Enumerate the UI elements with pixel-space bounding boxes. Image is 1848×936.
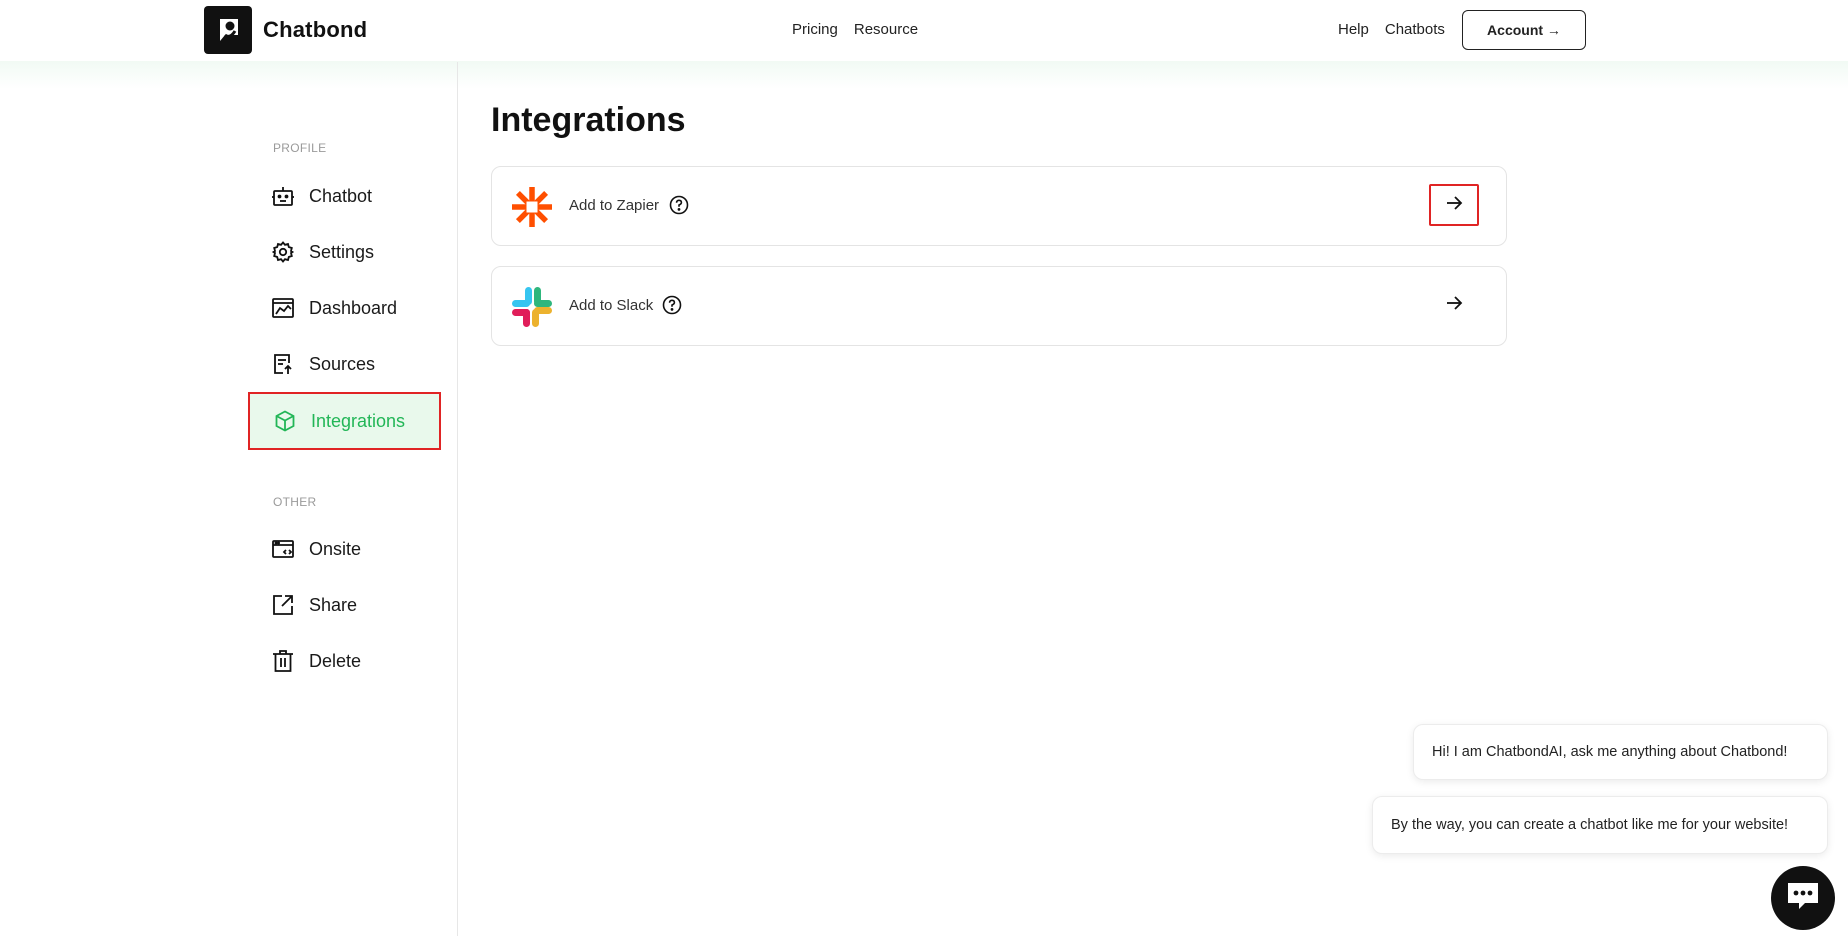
sidebar-item-label: Integrations <box>311 410 406 431</box>
sidebar-divider <box>457 62 458 936</box>
sidebar-item-chatbot[interactable]: Chatbot <box>248 167 441 225</box>
integration-card-slack: Add to Slack <box>491 266 1507 346</box>
integration-card-zapier: Add to Zapier <box>491 166 1507 246</box>
integration-label: Add to Slack <box>569 297 654 314</box>
brand-logo-icon[interactable] <box>204 6 252 54</box>
page-title: Integrations <box>491 101 686 139</box>
slack-logo-icon <box>511 286 553 328</box>
sidebar-item-delete[interactable]: Delete <box>248 632 441 690</box>
top-navbar: Chatbond Pricing Resource Help Chatbots … <box>0 0 1848 61</box>
sidebar-item-share[interactable]: Share <box>248 576 441 634</box>
sidebar-item-onsite[interactable]: Onsite <box>248 520 441 578</box>
sidebar-item-label: Dashboard <box>309 297 398 318</box>
arrow-right-icon <box>1445 195 1463 216</box>
chat-bubble-icon <box>1785 880 1821 917</box>
help-circle-icon[interactable] <box>669 195 689 215</box>
slack-open-button[interactable] <box>1429 284 1479 326</box>
sidebar-item-sources[interactable]: Sources <box>248 335 441 393</box>
section-label-other: OTHER <box>273 495 317 509</box>
nav-resource[interactable]: Resource <box>854 21 918 38</box>
sidebar-item-label: Settings <box>309 241 375 262</box>
gear-icon <box>271 240 295 264</box>
sidebar-item-label: Chatbot <box>309 185 373 206</box>
document-upload-icon <box>271 352 295 376</box>
sidebar-item-dashboard[interactable]: Dashboard <box>248 279 441 337</box>
sidebar-item-label: Sources <box>309 353 376 374</box>
main-nav: Pricing Resource <box>792 21 918 38</box>
chart-icon <box>271 296 295 320</box>
nav-pricing[interactable]: Pricing <box>792 21 838 38</box>
account-button[interactable]: Account → <box>1462 10 1586 50</box>
share-external-icon <box>271 593 295 617</box>
help-circle-icon[interactable] <box>662 295 682 315</box>
browser-code-icon <box>271 537 295 561</box>
brand-name[interactable]: Chatbond <box>263 17 367 43</box>
sidebar-item-settings[interactable]: Settings <box>248 223 441 281</box>
integration-label: Add to Zapier <box>569 197 660 214</box>
chat-launcher-button[interactable] <box>1771 866 1835 930</box>
chat-bubble-promo[interactable]: By the way, you can create a chatbot lik… <box>1372 796 1828 854</box>
zapier-logo-icon <box>511 186 553 228</box>
chat-bubble-greeting[interactable]: Hi! I am ChatbondAI, ask me anything abo… <box>1413 724 1828 780</box>
sidebar-item-label: Onsite <box>309 538 362 559</box>
nav-help[interactable]: Help <box>1338 21 1369 38</box>
section-label-profile: PROFILE <box>273 141 327 155</box>
arrow-right-icon <box>1445 295 1463 316</box>
sidebar-item-integrations[interactable]: Integrations <box>248 392 441 450</box>
cube-icon <box>273 409 297 433</box>
sidebar-item-label: Share <box>309 594 358 615</box>
nav-chatbots[interactable]: Chatbots <box>1385 21 1445 38</box>
zapier-open-button[interactable] <box>1429 184 1479 226</box>
robot-icon <box>271 184 295 208</box>
secondary-nav: Help Chatbots <box>1338 21 1445 38</box>
trash-icon <box>271 649 295 673</box>
header-shadow <box>0 61 1848 89</box>
sidebar-item-label: Delete <box>309 650 362 671</box>
